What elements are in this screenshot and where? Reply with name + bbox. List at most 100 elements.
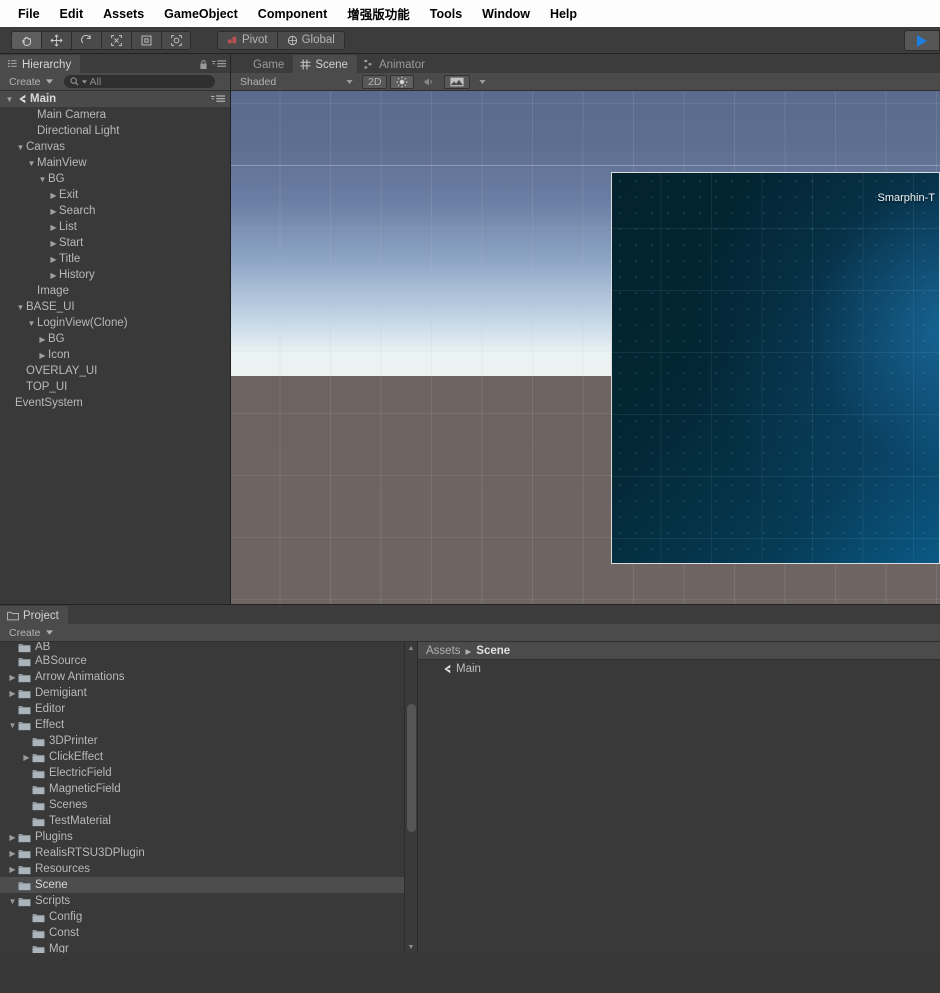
project-folder-row[interactable]: ▶ RealisRTSU3DPlugin [0,845,417,861]
project-folder-row-selected[interactable]: Scene [0,877,417,893]
foldout-arrow-icon[interactable]: ▶ [48,191,59,200]
hierarchy-item[interactable]: ▼ LoginView(Clone) [0,315,230,331]
hierarchy-item[interactable]: ▶ Icon [0,347,230,363]
hierarchy-item[interactable]: ▶ Start [0,235,230,251]
move-tool-button[interactable] [41,30,71,50]
hierarchy-tree[interactable]: ▼ Main Main Camera Directional Light ▼ Canvas… [0,91,230,604]
menu-item-help[interactable]: Help [540,7,587,21]
hierarchy-item[interactable]: ▼ MainView [0,155,230,171]
hierarchy-item[interactable]: ▶ Exit [0,187,230,203]
hierarchy-item[interactable]: ▶ List [0,219,230,235]
project-folder-row[interactable]: ▶ Demigiant [0,685,417,701]
menu-item-tools[interactable]: Tools [420,7,472,21]
hierarchy-item[interactable]: ▶ BG [0,331,230,347]
scale-tool-button[interactable] [101,30,131,50]
project-create-button[interactable]: Create [3,626,59,640]
foldout-arrow-icon[interactable]: ▼ [26,319,37,328]
hierarchy-item[interactable]: ▼ BG [0,171,230,187]
foldout-arrow-icon[interactable]: ▶ [48,223,59,232]
transform-tool-button[interactable] [161,30,191,50]
tab-hierarchy[interactable]: Hierarchy [0,55,81,73]
project-folder-row[interactable]: ▶ ClickEffect [0,749,417,765]
tab-scene[interactable]: Scene [293,55,357,73]
menu-item-gameobject[interactable]: GameObject [154,7,248,21]
hierarchy-item[interactable]: ▼ Canvas [0,139,230,155]
project-folder-row[interactable]: Config [0,909,417,925]
project-folder-row[interactable]: ▼ Effect [0,717,417,733]
scene-canvas[interactable]: Smarphin-T [231,91,940,604]
project-folder-row[interactable]: ElectricField [0,765,417,781]
menu-item-assets[interactable]: Assets [93,7,154,21]
hierarchy-item[interactable]: ▶ History [0,267,230,283]
foldout-arrow-icon[interactable]: ▼ [15,303,26,312]
foldout-arrow-icon[interactable]: ▶ [37,351,48,360]
foldout-arrow-icon[interactable]: ▼ [26,159,37,168]
project-rows[interactable]: AB ABSource ▶ Arrow Animations ▶ Demigiant Edi… [0,642,417,953]
hierarchy-item[interactable]: Directional Light [0,123,230,139]
effects-chevron-button[interactable] [473,74,493,89]
project-folder-row[interactable]: TestMaterial [0,813,417,829]
hierarchy-search-input[interactable]: All [63,75,215,88]
project-folder-row[interactable]: ▶ Plugins [0,829,417,845]
foldout-arrow-icon[interactable]: ▼ [37,175,48,184]
project-folder-row[interactable]: ▶ Resources [0,861,417,877]
tab-project[interactable]: Project [0,606,68,624]
foldout-arrow-icon[interactable]: ▶ [37,335,48,344]
project-folder-row[interactable]: 3DPrinter [0,733,417,749]
toggle-audio-button[interactable] [417,74,442,89]
hierarchy-scene-root[interactable]: ▼ Main [0,91,230,107]
project-folder-row[interactable]: Const [0,925,417,941]
asset-item-main[interactable]: Main [418,660,940,678]
hierarchy-item[interactable]: TOP_UI [0,379,230,395]
project-scrollbar-thumb[interactable] [407,704,416,832]
hamburger-menu-icon[interactable] [212,60,226,69]
project-folder-row[interactable]: Mgr [0,941,417,953]
hierarchy-item[interactable]: ▼ BASE_UI [0,299,230,315]
hierarchy-item[interactable]: EventSystem [0,395,230,411]
foldout-arrow-icon[interactable]: ▶ [48,207,59,216]
scroll-down-arrow[interactable]: ▼ [405,941,417,953]
project-folder-row[interactable]: ABSource [0,653,417,669]
foldout-arrow-icon[interactable]: ▶ [21,753,32,762]
project-folder-row[interactable]: ▼ Scripts [0,893,417,909]
project-folder-tree[interactable]: AB ABSource ▶ Arrow Animations ▶ Demigiant Edi… [0,642,417,953]
menu-item-file[interactable]: File [8,7,50,21]
foldout-arrow-icon[interactable]: ▶ [48,255,59,264]
effects-dropdown-button[interactable] [444,74,471,89]
hierarchy-item[interactable]: ▶ Search [0,203,230,219]
hierarchy-item[interactable]: OVERLAY_UI [0,363,230,379]
project-folder-row[interactable]: ▶ Arrow Animations [0,669,417,685]
tab-animator[interactable]: Animator [356,55,434,73]
toggle-2d-button[interactable]: 2D [362,74,388,89]
project-folder-row[interactable]: Scenes [0,797,417,813]
foldout-arrow-icon[interactable]: ▶ [48,239,59,248]
hierarchy-item[interactable]: ▶ Title [0,251,230,267]
menu-item-window[interactable]: Window [472,7,540,21]
project-folder-row[interactable]: AB [0,642,417,653]
scene-context-menu-icon[interactable] [211,94,225,104]
foldout-arrow-icon[interactable]: ▶ [7,849,18,858]
tab-game[interactable]: Game [231,55,294,73]
project-folder-row[interactable]: Editor [0,701,417,717]
foldout-arrow-icon[interactable]: ▶ [7,865,18,874]
rect-tool-button[interactable] [131,30,161,50]
scroll-up-arrow[interactable]: ▲ [405,642,417,654]
project-folder-row[interactable]: MagneticField [0,781,417,797]
pivot-mode-button[interactable]: Pivot [217,30,277,50]
foldout-arrow-icon[interactable]: ▼ [4,95,15,104]
search-filter-chevron-icon[interactable] [81,79,87,84]
foldout-arrow-icon[interactable]: ▼ [15,143,26,152]
foldout-arrow-icon[interactable]: ▶ [7,673,18,682]
rotate-tool-button[interactable] [71,30,101,50]
menu-item-edit[interactable]: Edit [50,7,94,21]
hand-tool-button[interactable] [11,30,41,50]
foldout-arrow-icon[interactable]: ▶ [7,833,18,842]
menu-item-component[interactable]: Component [248,7,337,21]
shading-mode-dropdown[interactable]: Shaded [234,74,359,89]
foldout-arrow-icon[interactable]: ▶ [48,271,59,280]
hierarchy-create-button[interactable]: Create [3,75,59,89]
lock-icon[interactable] [199,59,208,70]
hierarchy-item[interactable]: Image [0,283,230,299]
foldout-arrow-icon[interactable]: ▼ [7,721,18,730]
project-scrollbar[interactable]: ▲ ▼ [404,642,417,953]
